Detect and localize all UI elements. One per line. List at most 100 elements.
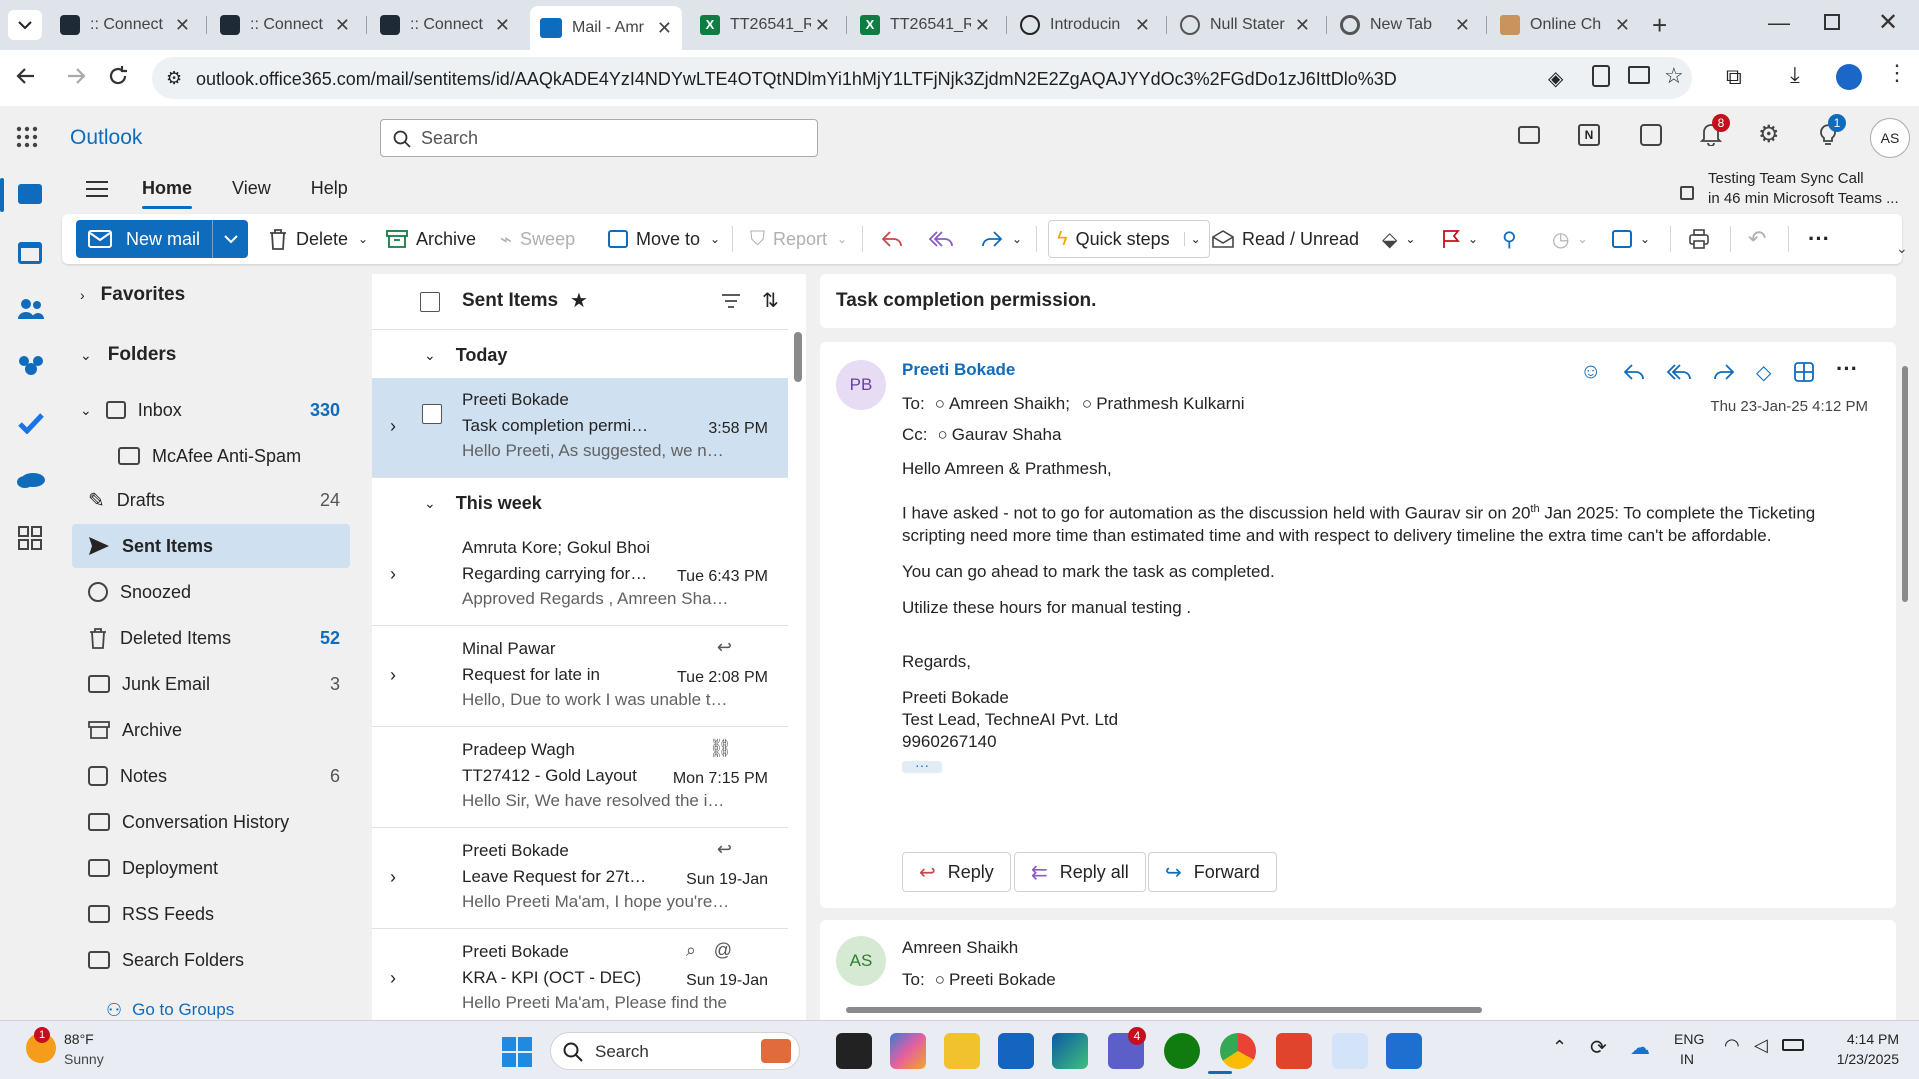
forward-button[interactable]: ↪ Forward — [1148, 852, 1277, 892]
folder-archive[interactable]: Archive — [72, 708, 350, 752]
extension-icon[interactable]: ◈ — [1548, 66, 1563, 91]
close-tab-icon[interactable]: ✕ — [1455, 15, 1470, 36]
delete-button[interactable]: Delete ⌄ — [268, 214, 368, 264]
battery-icon[interactable] — [1782, 1039, 1804, 1051]
outlook-brand[interactable]: Outlook — [70, 126, 142, 150]
folder-deployment[interactable]: Deployment — [72, 846, 350, 890]
app-launcher-button[interactable] — [16, 126, 38, 148]
folder-sent-items[interactable]: Sent Items — [72, 524, 350, 568]
report-button[interactable]: ⛉ Report ⌄ — [750, 214, 847, 264]
taskbar-search[interactable]: Search — [550, 1032, 800, 1070]
new-mail-button[interactable]: New mail — [76, 220, 248, 258]
close-tab-icon[interactable]: ✕ — [495, 15, 510, 36]
browser-tab-active[interactable]: Mail - Amr ✕ — [530, 6, 682, 50]
collapse-pane-button[interactable] — [86, 180, 108, 198]
close-tab-icon[interactable]: ✕ — [1615, 15, 1630, 36]
wps-office-icon[interactable] — [1276, 1033, 1312, 1069]
edge-icon[interactable] — [1052, 1033, 1088, 1069]
mail-icon[interactable] — [18, 184, 42, 204]
sender-name[interactable]: Preeti Bokade — [902, 360, 1015, 380]
onedrive-icon[interactable] — [16, 470, 46, 488]
flag-button[interactable]: ⌄ — [1442, 214, 1478, 264]
rules-button[interactable]: ⌄ — [1612, 214, 1650, 264]
chevron-right-icon[interactable]: › — [390, 968, 396, 989]
volume-icon[interactable]: ◁ — [1754, 1035, 1768, 1056]
clipboard-icon[interactable] — [1592, 65, 1610, 87]
clock-date[interactable]: 1/23/2025 — [1837, 1051, 1899, 1067]
browser-menu-icon[interactable]: ⋮ — [1886, 60, 1908, 86]
more-apps-icon[interactable] — [18, 526, 42, 550]
folder-deleted-items[interactable]: Deleted Items 52 — [72, 616, 350, 660]
sender-avatar[interactable]: PB — [836, 360, 886, 410]
chevron-right-icon[interactable]: › — [390, 665, 396, 686]
file-explorer-icon[interactable] — [944, 1033, 980, 1069]
bookmark-star-icon[interactable]: ☆ — [1664, 63, 1684, 89]
sort-icon[interactable]: ⇅ — [762, 288, 779, 313]
close-window-button[interactable]: ✕ — [1878, 8, 1898, 37]
xbox-icon[interactable] — [1164, 1033, 1200, 1069]
recipient[interactable]: Amreen Shaikh; — [949, 394, 1070, 414]
message-item[interactable]: › Preeti Bokade ⌕ @ KRA - KPI (OCT - DEC… — [372, 930, 788, 1030]
app-arrow-icon[interactable] — [1332, 1033, 1368, 1069]
expand-ribbon-icon[interactable]: ⌄ — [1896, 240, 1908, 257]
extensions-puzzle-icon[interactable]: ⧉ — [1726, 64, 1742, 90]
onedrive-tray-icon[interactable]: ☁ — [1630, 1035, 1650, 1060]
tab-view[interactable]: View — [232, 178, 271, 199]
browser-tab[interactable]: New Tab ✕ — [1330, 8, 1480, 42]
folder-drafts[interactable]: ✎ Drafts 24 — [72, 478, 350, 522]
address-bar[interactable]: ⚙ outlook.office365.com/mail/sentitems/i… — [152, 57, 1692, 99]
chrome-icon[interactable] — [1220, 1033, 1256, 1069]
back-button[interactable] — [14, 64, 38, 88]
message-item-selected[interactable]: › Preeti Bokade Task completion permissi… — [372, 378, 788, 478]
region-indicator[interactable]: IN — [1680, 1051, 1694, 1067]
task-view-icon[interactable] — [836, 1033, 872, 1069]
more-actions-icon[interactable]: ··· — [1836, 356, 1858, 382]
reply-icon[interactable] — [1622, 362, 1646, 382]
groups-icon[interactable] — [18, 354, 44, 376]
categorize-button[interactable]: ⬙ ⌄ — [1382, 214, 1415, 264]
site-settings-icon[interactable]: ⚙ — [166, 68, 182, 89]
copilot-icon[interactable] — [890, 1033, 926, 1069]
minimize-button[interactable]: — — [1768, 10, 1790, 36]
profile-avatar[interactable] — [1836, 64, 1862, 90]
people-icon[interactable] — [18, 298, 44, 320]
browser-tab[interactable]: Null Stater ✕ — [1170, 8, 1320, 42]
favorites-header[interactable]: › Favorites — [80, 284, 185, 306]
todo-check-icon[interactable] — [18, 412, 44, 434]
recipient[interactable]: Gaurav Shaha — [952, 425, 1062, 445]
message-item[interactable]: Pradeep Wagh ⛓ TT27412 - Gold Layout Mon… — [372, 728, 788, 828]
forward-button[interactable] — [64, 64, 88, 88]
reply-ribbon-button[interactable] — [880, 214, 904, 264]
print-button[interactable] — [1688, 214, 1710, 264]
reply-button[interactable]: ↩ Reply — [902, 852, 1011, 892]
snooze-button[interactable]: ◷ ⌄ — [1552, 214, 1588, 264]
browser-tab[interactable]: X TT26541_R ✕ — [850, 8, 1000, 42]
forward-icon[interactable] — [1712, 362, 1736, 382]
notepad-icon[interactable] — [1386, 1033, 1422, 1069]
go-to-groups-link[interactable]: ⚇ Go to Groups — [106, 1000, 234, 1020]
show-hidden-icons[interactable]: ⌃ — [1552, 1037, 1567, 1058]
my-day-icon[interactable] — [1640, 124, 1662, 146]
browser-tab[interactable]: X TT26541_R ✕ — [690, 8, 840, 42]
recipient[interactable]: Prathmesh Kulkarni — [1096, 394, 1244, 414]
chevron-down-icon[interactable] — [224, 235, 238, 244]
tips-button[interactable]: 1 — [1818, 114, 1846, 146]
move-to-button[interactable]: Move to ⌄ — [608, 214, 720, 264]
maximize-button[interactable] — [1824, 14, 1840, 30]
reading-pane-scrollbar[interactable] — [1902, 350, 1910, 990]
folder-conversation-history[interactable]: Conversation History — [72, 800, 350, 844]
folder-notes[interactable]: Notes 6 — [72, 754, 350, 798]
browser-tab[interactable]: :: Connect ✕ — [50, 8, 200, 42]
folder-search-folders[interactable]: Search Folders — [72, 938, 350, 982]
new-tab-button[interactable]: + — [1652, 10, 1667, 41]
message-item[interactable]: › Preeti Bokade ↩ Leave Request for 27th… — [372, 829, 788, 929]
show-trimmed-content-button[interactable]: ··· — [902, 758, 942, 773]
folder-mcafee[interactable]: McAfee Anti-Spam — [72, 434, 350, 478]
folder-junk-email[interactable]: Junk Email 3 — [72, 662, 350, 706]
reply-all-icon[interactable] — [1666, 362, 1692, 382]
folder-rss-feeds[interactable]: RSS Feeds — [72, 892, 350, 936]
sync-icon[interactable]: ⟳ — [1590, 1035, 1607, 1060]
forward-ribbon-button[interactable]: ⌄ — [980, 214, 1022, 264]
react-smiley-icon[interactable]: ☺ — [1580, 360, 1601, 384]
download-icon[interactable]: ⤓ — [1790, 62, 1800, 88]
